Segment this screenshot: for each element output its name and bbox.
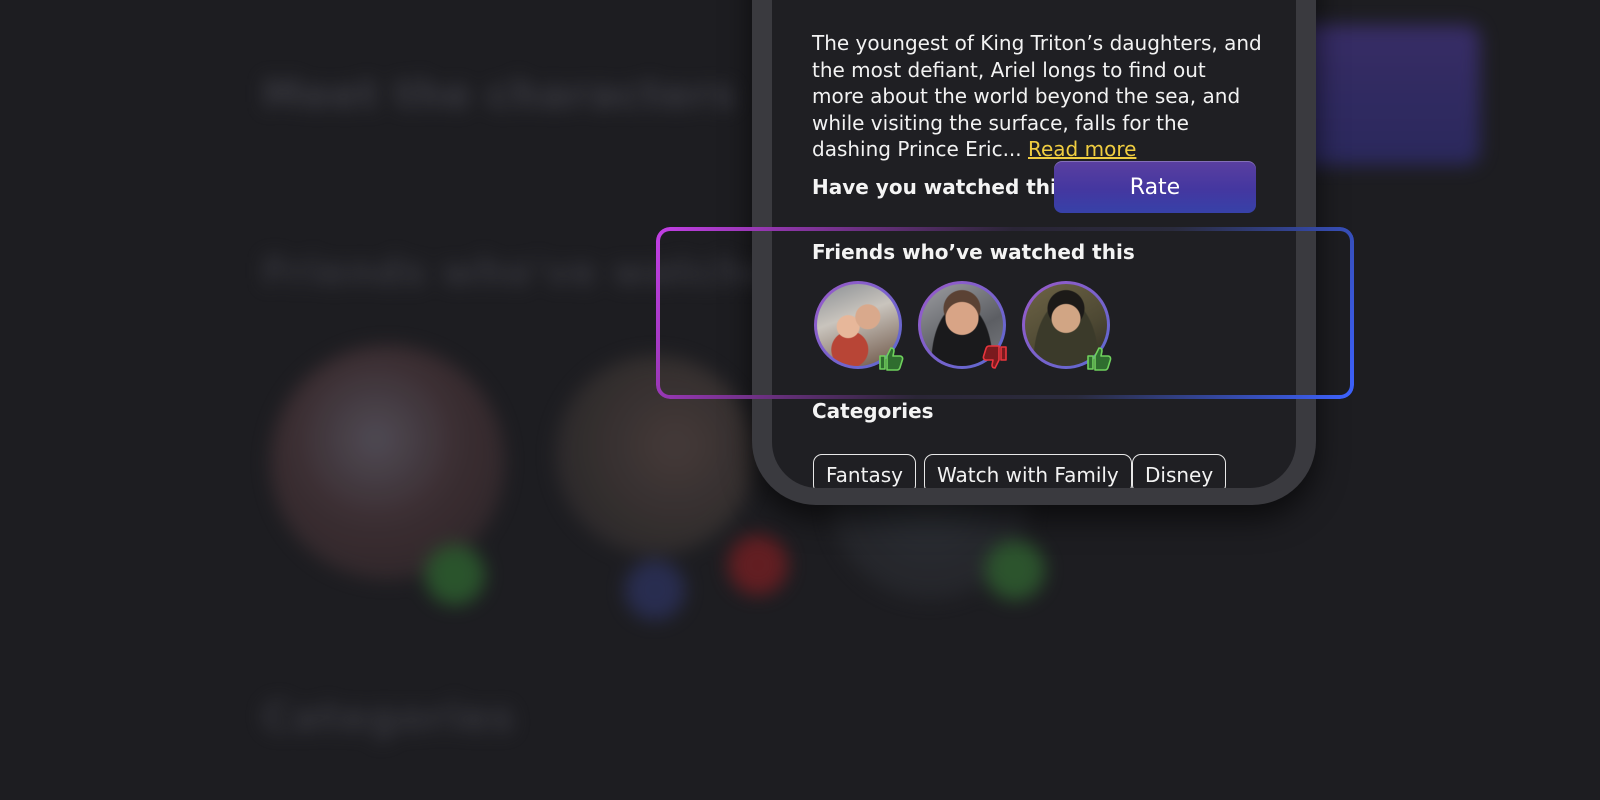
friend-avatar[interactable] bbox=[814, 281, 904, 371]
categories-heading: Categories bbox=[812, 399, 934, 423]
thumbs-up-icon bbox=[879, 347, 904, 371]
rate-button[interactable]: Rate bbox=[1054, 161, 1256, 213]
friend-avatar[interactable] bbox=[1022, 281, 1112, 371]
watched-question: Have you watched this? bbox=[812, 175, 1081, 199]
thumbs-down-icon bbox=[982, 345, 1007, 369]
friends-section-title: Friends who’ve watched this bbox=[812, 240, 1135, 264]
friend-avatar[interactable] bbox=[918, 281, 1007, 369]
background-badge bbox=[425, 545, 485, 605]
read-more-link[interactable]: Read more bbox=[1028, 137, 1136, 161]
background-badge bbox=[625, 560, 685, 620]
background-avatar bbox=[555, 355, 755, 555]
background-title: Meet the characters bbox=[262, 72, 737, 118]
background-badge bbox=[985, 540, 1045, 600]
category-chip-watch-with-family[interactable]: Watch with Family bbox=[924, 454, 1132, 488]
background-badge bbox=[728, 535, 788, 595]
phone-frame: The youngest of King Triton’s daughters,… bbox=[752, 0, 1316, 505]
thumbs-up-icon bbox=[1087, 347, 1112, 371]
background-rate-button bbox=[1290, 25, 1480, 165]
background-categories-heading: Categories bbox=[262, 695, 516, 741]
movie-description: The youngest of King Triton’s daughters,… bbox=[812, 30, 1262, 163]
background-avatar bbox=[270, 345, 505, 580]
phone-screen: The youngest of King Triton’s daughters,… bbox=[772, 0, 1296, 488]
category-chip-disney[interactable]: Disney bbox=[1132, 454, 1227, 488]
category-chip-fantasy[interactable]: Fantasy bbox=[813, 454, 916, 488]
